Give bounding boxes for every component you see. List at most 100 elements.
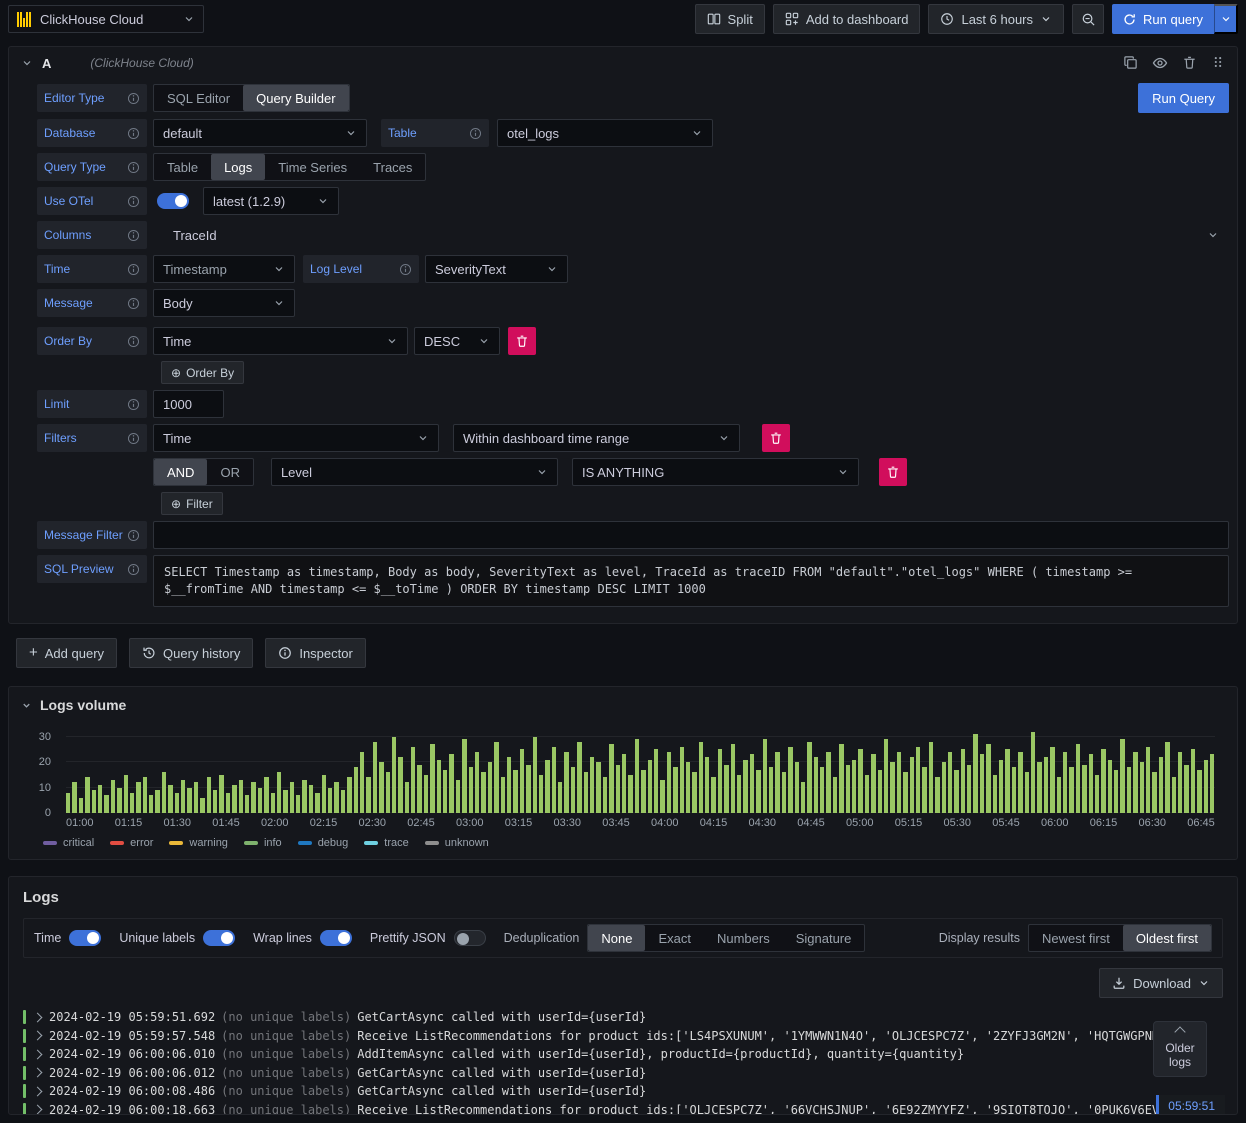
otel-version-select[interactable]: latest (1.2.9): [203, 187, 339, 215]
logs-volume-chart[interactable]: 30 20 10 0: [39, 729, 1215, 819]
info-icon[interactable]: [127, 529, 140, 542]
message-filter-input[interactable]: [153, 521, 1229, 549]
dedup-none[interactable]: None: [588, 925, 646, 951]
volume-bar: [1018, 751, 1023, 813]
info-icon[interactable]: [127, 229, 140, 242]
order-by-direction-select[interactable]: DESC: [414, 327, 500, 355]
add-to-dashboard-button[interactable]: Add to dashboard: [772, 4, 921, 34]
time-toggle[interactable]: [69, 930, 102, 946]
filter-field-select[interactable]: Time: [153, 424, 439, 452]
log-row[interactable]: 2024-02-19 05:59:57.548 (no unique label…: [23, 1027, 1223, 1046]
scroll-position-time[interactable]: 05:59:51: [1156, 1095, 1225, 1114]
limit-input[interactable]: 1000: [153, 390, 224, 418]
filter-operator-or[interactable]: OR: [207, 459, 253, 485]
time-column-select[interactable]: Timestamp: [153, 255, 295, 283]
volume-bar: [168, 785, 173, 813]
log-row[interactable]: 2024-02-19 05:59:51.692 (no unique label…: [23, 1008, 1223, 1027]
legend-item-unknown[interactable]: unknown: [424, 837, 489, 849]
remove-filter-row-button[interactable]: [878, 458, 907, 486]
time-range-picker[interactable]: Last 6 hours: [928, 4, 1065, 34]
use-otel-toggle[interactable]: [157, 193, 189, 209]
run-query-inline-button[interactable]: Run Query: [1138, 83, 1229, 113]
prettify-json-toggle[interactable]: [453, 930, 486, 946]
add-order-by-button[interactable]: ⊕ Order By: [161, 361, 245, 384]
inspector-button[interactable]: Inspector: [265, 638, 366, 668]
editor-type-query-builder[interactable]: Query Builder: [243, 85, 349, 111]
info-icon[interactable]: [127, 92, 140, 105]
dedup-signature[interactable]: Signature: [783, 925, 865, 951]
editor-type-sql-editor[interactable]: SQL Editor: [154, 85, 243, 111]
message-column-select[interactable]: Body: [153, 289, 295, 317]
zoom-out-button[interactable]: [1072, 4, 1105, 34]
expand-log-chevron-icon[interactable]: [32, 1049, 43, 1060]
info-icon[interactable]: [399, 263, 412, 276]
query-type-traces[interactable]: Traces: [360, 154, 425, 180]
info-icon[interactable]: [127, 335, 140, 348]
remove-filter-button[interactable]: [762, 424, 790, 452]
datasource-picker[interactable]: ClickHouse Cloud: [8, 5, 204, 33]
table-select[interactable]: otel_logs: [497, 119, 713, 147]
legend-item-critical[interactable]: critical: [43, 837, 94, 849]
info-icon[interactable]: [127, 161, 140, 174]
info-icon[interactable]: [127, 398, 140, 411]
expand-log-chevron-icon[interactable]: [32, 1030, 43, 1041]
logs-volume-header[interactable]: Logs volume: [21, 697, 1225, 713]
split-button[interactable]: Split: [694, 4, 765, 34]
info-icon[interactable]: [127, 563, 140, 576]
add-query-button[interactable]: + Add query: [16, 638, 118, 668]
sql-preview-code[interactable]: SELECT Timestamp as timestamp, Body as b…: [153, 555, 1229, 607]
log-row[interactable]: 2024-02-19 06:00:18.663 (no unique label…: [23, 1101, 1223, 1114]
display-oldest-first[interactable]: Oldest first: [1122, 925, 1211, 951]
hide-response-eye-icon[interactable]: [1152, 55, 1168, 71]
duplicate-query-icon[interactable]: [1123, 55, 1138, 71]
filter-condition-select[interactable]: Within dashboard time range: [453, 424, 740, 452]
query-type-table[interactable]: Table: [154, 154, 211, 180]
add-filter-button[interactable]: ⊕ Filter: [161, 492, 223, 515]
info-icon[interactable]: [127, 432, 140, 445]
run-query-options-button[interactable]: [1214, 4, 1238, 34]
expand-log-chevron-icon[interactable]: [32, 1104, 43, 1114]
log-level-select[interactable]: SeverityText: [425, 255, 568, 283]
expand-log-chevron-icon[interactable]: [32, 1067, 43, 1078]
query-ref-id[interactable]: A: [42, 56, 51, 71]
legend-item-warning[interactable]: warning: [169, 837, 228, 849]
display-newest-first[interactable]: Newest first: [1029, 925, 1123, 951]
download-button[interactable]: Download: [1099, 968, 1223, 998]
query-type-time-series[interactable]: Time Series: [265, 154, 360, 180]
unique-labels-toggle[interactable]: [203, 930, 236, 946]
log-row[interactable]: 2024-02-19 06:00:06.012 (no unique label…: [23, 1064, 1223, 1083]
legend-item-trace[interactable]: trace: [364, 837, 409, 849]
remove-query-trash-icon[interactable]: [1182, 55, 1197, 71]
order-by-field-select[interactable]: Time: [153, 327, 408, 355]
expand-log-chevron-icon[interactable]: [32, 1012, 43, 1023]
database-select[interactable]: default: [153, 119, 367, 147]
filter-operator-and[interactable]: AND: [154, 459, 208, 485]
drag-handle-icon[interactable]: [1211, 55, 1225, 71]
older-logs-button[interactable]: Older logs: [1153, 1021, 1207, 1077]
remove-order-by-button[interactable]: [508, 327, 536, 355]
wrap-lines-toggle[interactable]: [319, 930, 352, 946]
collapse-chevron-icon[interactable]: [21, 57, 33, 69]
dedup-exact[interactable]: Exact: [645, 925, 704, 951]
info-icon[interactable]: [127, 127, 140, 140]
info-icon[interactable]: [127, 263, 140, 276]
run-query-button[interactable]: Run query: [1112, 4, 1214, 34]
legend-item-debug[interactable]: debug: [297, 837, 348, 849]
filter-level-select[interactable]: Level: [270, 458, 558, 486]
filter-operator-select[interactable]: IS ANYTHING: [571, 458, 859, 486]
query-type-logs[interactable]: Logs: [211, 154, 266, 180]
expand-log-chevron-icon[interactable]: [32, 1086, 43, 1097]
legend-item-error[interactable]: error: [110, 837, 153, 849]
columns-multiselect[interactable]: TraceId: [153, 221, 1229, 249]
legend-item-info[interactable]: info: [243, 837, 282, 849]
query-history-button[interactable]: Query history: [129, 638, 254, 668]
info-icon[interactable]: [469, 127, 482, 140]
dedup-numbers[interactable]: Numbers: [704, 925, 783, 951]
add-to-dashboard-label: Add to dashboard: [805, 11, 909, 27]
legend-color-dash: [297, 841, 312, 845]
volume-bar: [200, 797, 205, 813]
log-row[interactable]: 2024-02-19 06:00:06.010 (no unique label…: [23, 1045, 1223, 1064]
log-row[interactable]: 2024-02-19 06:00:08.486 (no unique label…: [23, 1082, 1223, 1101]
info-icon[interactable]: [127, 297, 140, 310]
info-icon[interactable]: [127, 195, 140, 208]
